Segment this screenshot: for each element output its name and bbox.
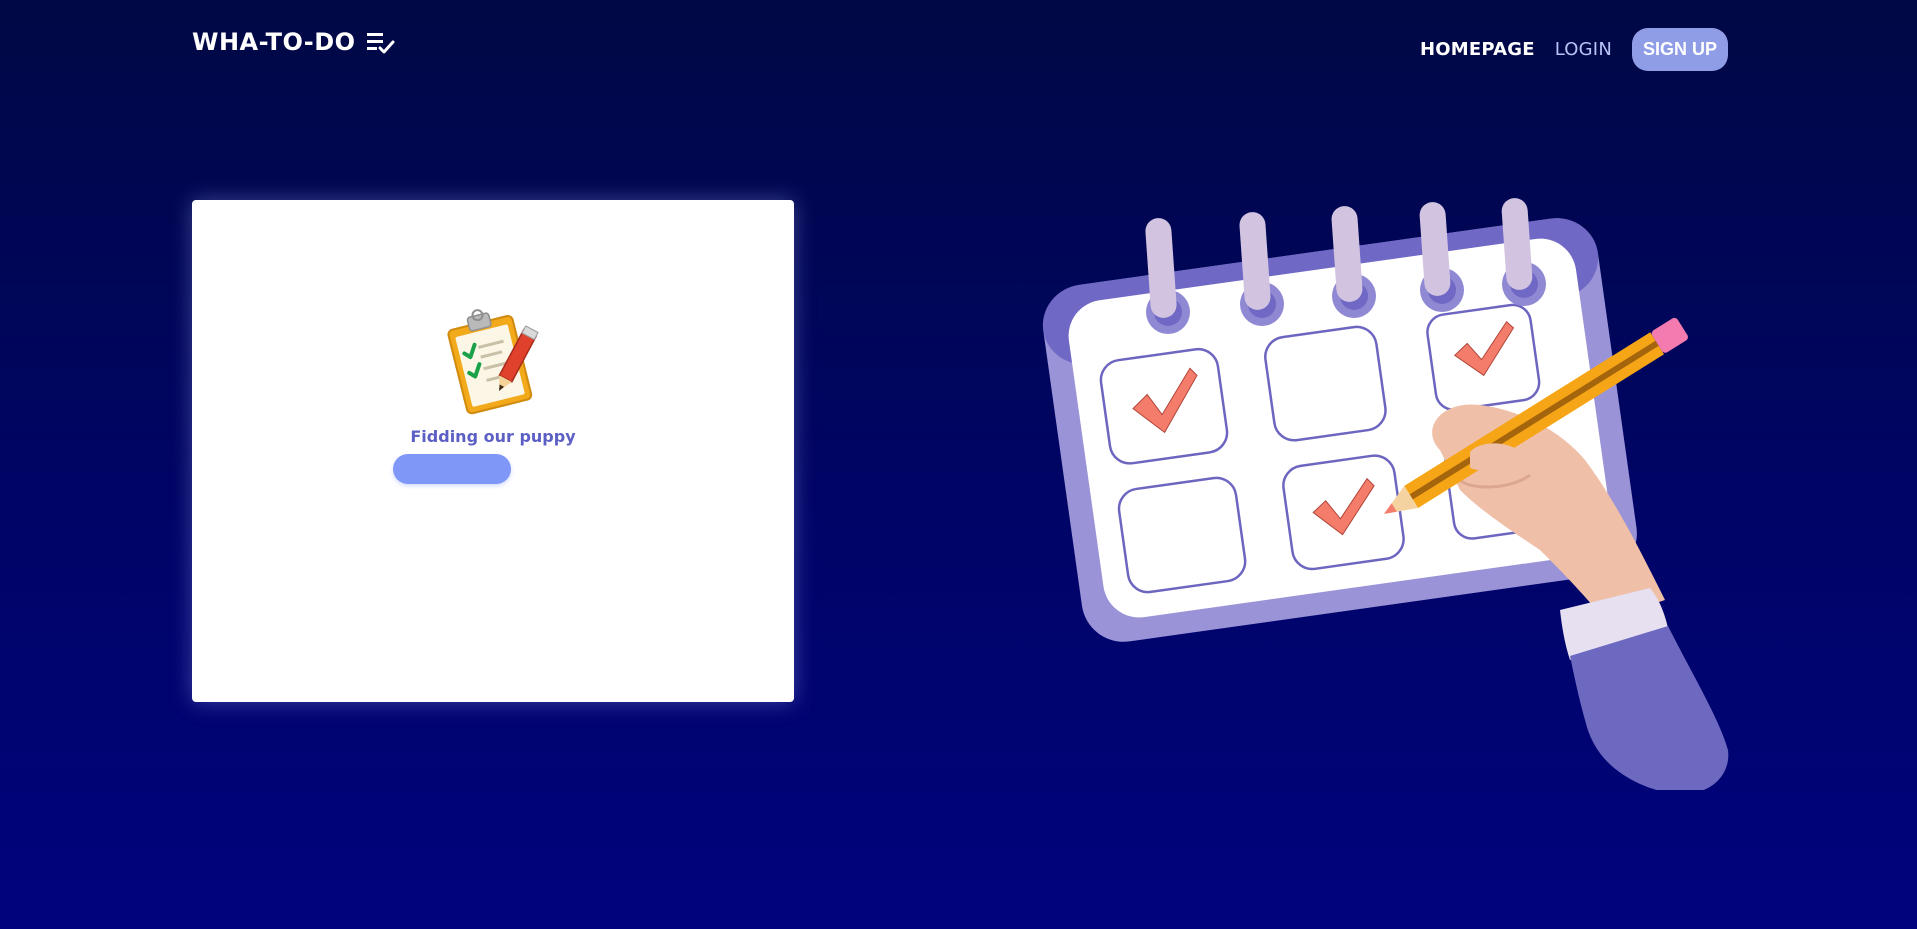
top-header: WHA-TO-DO HOMEPAGE LOGIN SIGN UP: [0, 0, 1917, 100]
calendar-checklist-illustration: [1042, 198, 1729, 790]
checklist-icon: [366, 33, 395, 54]
clipboard-checklist-icon: [447, 309, 539, 415]
nav-homepage-link[interactable]: HOMEPAGE: [1420, 39, 1535, 60]
main-nav: HOMEPAGE LOGIN SIGN UP: [1420, 28, 1728, 71]
brand-logo[interactable]: WHA-TO-DO: [192, 28, 396, 56]
content-card: Fidding our puppy: [192, 200, 794, 702]
nav-login-link[interactable]: LOGIN: [1555, 39, 1612, 60]
card-action-button[interactable]: [393, 454, 511, 484]
card-caption: Fidding our puppy: [410, 427, 576, 446]
signup-button[interactable]: SIGN UP: [1631, 28, 1728, 71]
brand-title: WHA-TO-DO: [192, 28, 356, 56]
